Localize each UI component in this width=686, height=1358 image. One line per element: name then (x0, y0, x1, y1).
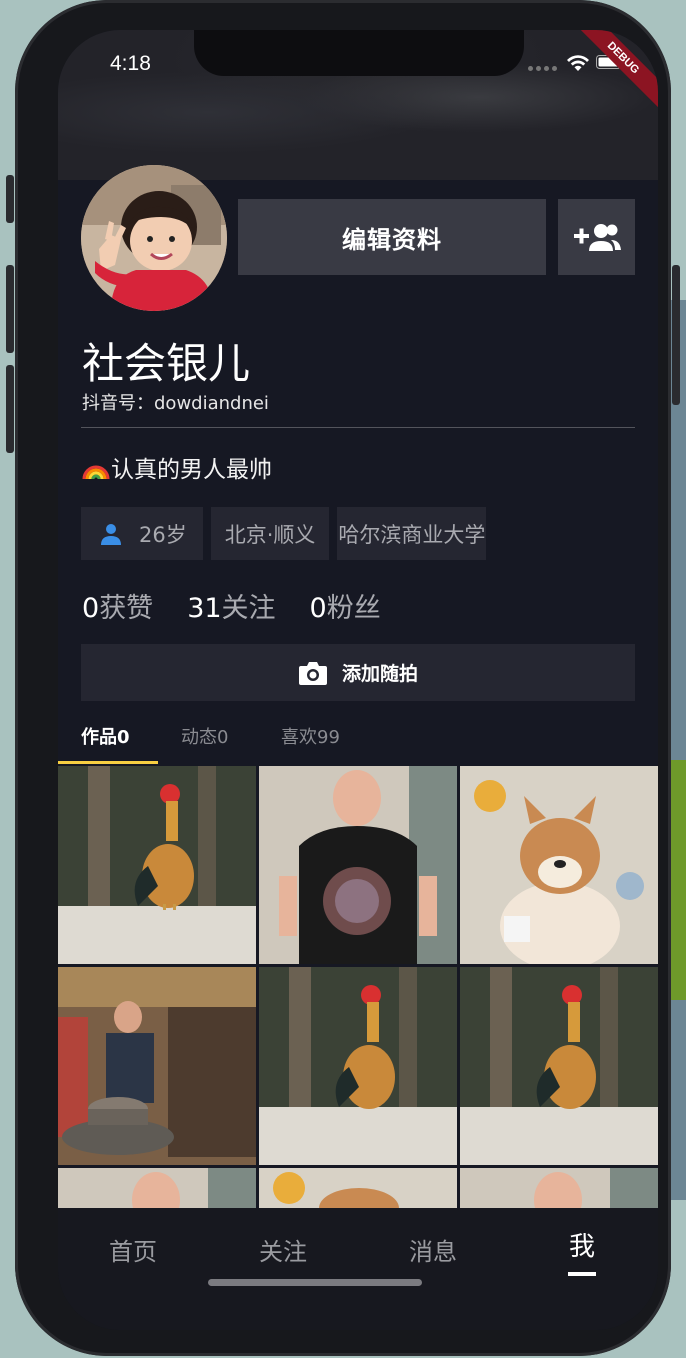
nav-me[interactable]: 我 (569, 1226, 595, 1263)
signal-dot (552, 66, 557, 71)
nickname: 社会银儿 (82, 339, 251, 388)
phone-frame: 4:18 DEBUG 编辑资料 社会银儿 抖音号：dowdiandnei 认真的… (6, 0, 680, 1356)
signature-text: 认真的男人最帅 (111, 457, 272, 483)
person-icon (99, 522, 123, 546)
tab-moments[interactable]: 动态0 (181, 723, 228, 749)
age-tag: 26岁 (81, 507, 203, 560)
nav-following[interactable]: 关注 (259, 1232, 307, 1267)
status-time: 4:18 (110, 52, 151, 75)
add-friend-icon (573, 224, 621, 251)
signal-dot (528, 66, 533, 71)
profile-stats: 0获赞 31关注 0粉丝 (82, 586, 381, 625)
add-photo-button[interactable]: 添加随拍 (81, 644, 635, 701)
profile-tags: 26岁 北京·顺义 哈尔滨商业大学 (81, 507, 487, 560)
nav-active-indicator (568, 1272, 596, 1276)
nav-messages[interactable]: 消息 (409, 1232, 457, 1267)
volume-down-button (6, 365, 14, 453)
mute-switch (6, 175, 14, 223)
location-tag: 北京·顺义 (210, 507, 330, 560)
divider (81, 427, 635, 428)
video-thumbnail-man[interactable] (259, 766, 457, 964)
video-thumbnail-rooster[interactable] (460, 967, 658, 1165)
stat-likes[interactable]: 0获赞 (82, 586, 153, 625)
nav-home[interactable]: 首页 (109, 1232, 157, 1267)
camera-icon (298, 660, 328, 686)
home-indicator[interactable] (208, 1279, 422, 1286)
add-friend-button[interactable] (558, 199, 635, 275)
avatar[interactable] (81, 165, 227, 311)
tab-likes[interactable]: 喜欢99 (281, 723, 340, 749)
volume-up-button (6, 265, 14, 353)
video-thumbnail-millstone[interactable] (58, 967, 256, 1165)
signature: 认真的男人最帅 (82, 450, 272, 484)
tab-indicator (58, 761, 158, 764)
avatar-image (81, 165, 227, 311)
video-thumbnail-dog[interactable] (460, 766, 658, 964)
stat-following[interactable]: 31关注 (187, 586, 275, 625)
rainbow-emoji-icon (82, 465, 110, 479)
signal-dot (544, 66, 549, 71)
stat-followers[interactable]: 0粉丝 (310, 586, 381, 625)
content-tabs: 作品0 动态0 喜欢99 (58, 720, 658, 766)
bottom-nav: 首页 关注 消息 我 (58, 1208, 658, 1330)
school-tag: 哈尔滨商业大学 (337, 507, 487, 560)
edit-profile-button[interactable]: 编辑资料 (238, 199, 546, 275)
add-photo-label: 添加随拍 (341, 663, 418, 685)
douyin-id: 抖音号：dowdiandnei (82, 393, 269, 414)
video-thumbnail-rooster[interactable] (58, 766, 256, 964)
age-text: 26岁 (139, 522, 187, 547)
power-button (672, 265, 680, 405)
notch (194, 30, 524, 76)
background-decoration (670, 760, 686, 1000)
signal-dot (536, 66, 541, 71)
video-thumbnail-rooster[interactable] (259, 967, 457, 1165)
app-screen: 4:18 DEBUG 编辑资料 社会银儿 抖音号：dowdiandnei 认真的… (58, 30, 658, 1330)
wifi-icon (567, 55, 589, 71)
video-grid (58, 766, 658, 1216)
tab-works[interactable]: 作品0 (81, 723, 130, 749)
